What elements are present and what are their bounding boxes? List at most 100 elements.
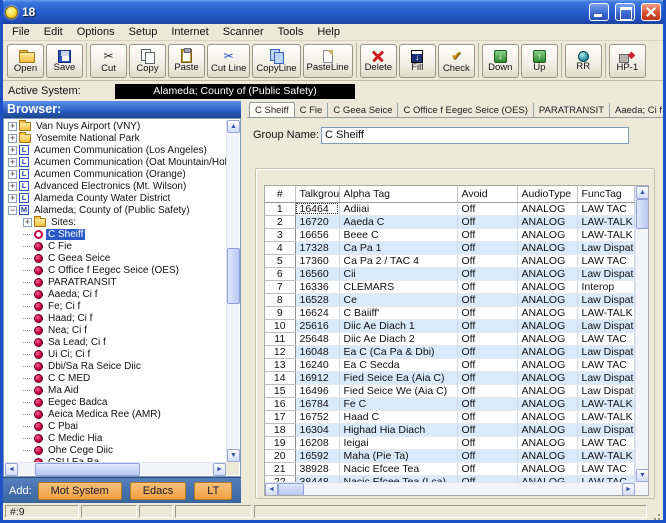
menu-tools[interactable]: Tools (272, 25, 310, 39)
cell[interactable]: Law Dispatch (577, 345, 635, 358)
cell[interactable]: Fied Seice We (Aia C) (339, 384, 457, 397)
tree-item-advanced-electronics-mt-wilson[interactable]: +LAdvanced Electronics (Mt. Wilson) (5, 180, 226, 192)
cell[interactable]: Off (457, 436, 517, 449)
cell[interactable]: Off (457, 293, 517, 306)
cell[interactable]: Off (457, 319, 517, 332)
cell[interactable]: 16624 (295, 306, 339, 319)
cell[interactable]: Law Dispatch (577, 267, 635, 280)
cell[interactable]: Off (457, 280, 517, 293)
cell[interactable]: ANALOG (517, 254, 577, 267)
cell[interactable]: ANALOG (517, 462, 577, 475)
save-button[interactable]: Save (46, 44, 83, 78)
table-row[interactable]: 1516496Fied Seice We (Aia C)OffANALOGLaw… (265, 384, 635, 397)
cut-button[interactable]: Cut (90, 44, 127, 78)
cut-line-button[interactable]: Cut Line (207, 44, 250, 78)
scroll-right-arrow[interactable]: ► (622, 483, 635, 496)
cell[interactable]: Law Dispatch (577, 423, 635, 436)
tree-item-ui-ci-ci-f[interactable]: Ui Ci; Ci f (5, 348, 226, 360)
tree-item-aeica-medica-ree-amr[interactable]: Aeica Medica Ree (AMR) (5, 408, 226, 420)
cell[interactable]: Off (457, 423, 517, 436)
tab-aaeda-ci-f[interactable]: Aaeda; Ci f (610, 103, 663, 117)
scroll-up-arrow[interactable]: ▲ (636, 186, 649, 199)
column-header-audiotype[interactable]: AudioType (517, 186, 577, 202)
cell[interactable]: Off (457, 462, 517, 475)
cell[interactable]: Cii (339, 267, 457, 280)
cell[interactable]: ANALOG (517, 280, 577, 293)
scroll-thumb[interactable] (227, 248, 240, 304)
row-number[interactable]: 5 (265, 254, 295, 267)
cell[interactable]: Fied Seice Ea (Aia C) (339, 371, 457, 384)
hp-1-button[interactable]: HP-1 (609, 44, 646, 78)
rr-button[interactable]: RR (565, 44, 602, 78)
cell[interactable]: 25616 (295, 319, 339, 332)
cell[interactable]: Adiiai (339, 202, 457, 215)
cell[interactable]: Law Dispatch (577, 241, 635, 254)
tree-item-ma-aid[interactable]: Ma Aid (5, 384, 226, 396)
tab-c-office-f-eegec-seice-oes[interactable]: C Office f Eegec Seice (OES) (398, 103, 533, 117)
cell[interactable]: 16592 (295, 449, 339, 462)
tree-item-alameda-county-of-public-safety[interactable]: −MAlameda; County of (Public Safety) (5, 204, 226, 216)
table-row[interactable]: 216720Aaeda COffANALOGLAW-TALK (265, 215, 635, 228)
scroll-thumb[interactable] (35, 463, 140, 476)
table-vertical-scrollbar[interactable]: ▲ ▼ (635, 186, 648, 482)
cell[interactable]: C Baiiff' (339, 306, 457, 319)
table-row[interactable]: 116464AdiiaiOffANALOGLAW TAC (265, 202, 635, 215)
menu-options[interactable]: Options (71, 25, 121, 39)
tree-item-yosemite-national-park[interactable]: +Yosemite National Park (5, 132, 226, 144)
cell[interactable]: Highad Hia Diach (339, 423, 457, 436)
fill-button[interactable]: Fill (399, 44, 436, 78)
tree-item-c-sheiff[interactable]: C Sheiff (5, 228, 226, 240)
table-row[interactable]: 1416912Fied Seice Ea (Aia C)OffANALOGLaw… (265, 371, 635, 384)
cell[interactable]: ANALOG (517, 345, 577, 358)
cell[interactable]: 16656 (295, 228, 339, 241)
row-number[interactable]: 22 (265, 475, 295, 482)
row-number[interactable]: 7 (265, 280, 295, 293)
row-number[interactable]: 17 (265, 410, 295, 423)
table-row[interactable]: 316656Beee COffANALOGLAW-TALK (265, 228, 635, 241)
menu-file[interactable]: File (6, 25, 36, 39)
expand-toggle[interactable]: − (8, 206, 17, 215)
cell[interactable]: 38928 (295, 462, 339, 475)
tab-c-fie[interactable]: C Fie (295, 103, 329, 117)
tree-vertical-scrollbar[interactable]: ▲ ▼ (226, 120, 239, 462)
cell[interactable]: ANALOG (517, 332, 577, 345)
row-number[interactable]: 21 (265, 462, 295, 475)
down-button[interactable]: Down (482, 44, 519, 78)
cell[interactable]: 16912 (295, 371, 339, 384)
table-horizontal-scrollbar[interactable]: ◄ ► (265, 482, 635, 495)
table-row[interactable]: 1916208IeigaiOffANALOGLAW TAC (265, 436, 635, 449)
cell[interactable]: Off (457, 475, 517, 482)
table-row[interactable]: 417328Ca Pa 1OffANALOGLaw Dispatch (265, 241, 635, 254)
cell[interactable]: LAW TAC (577, 436, 635, 449)
expand-toggle[interactable]: + (8, 158, 17, 167)
cell[interactable]: 38448 (295, 475, 339, 482)
cell[interactable]: Off (457, 397, 517, 410)
tree-item-haad-ci-f[interactable]: Haad; Ci f (5, 312, 226, 324)
cell[interactable]: 16720 (295, 215, 339, 228)
cell[interactable]: Off (457, 449, 517, 462)
row-number[interactable]: 8 (265, 293, 295, 306)
cell[interactable]: Ea C (Ca Pa & Dbi) (339, 345, 457, 358)
paste-button[interactable]: Paste (168, 44, 205, 78)
expand-toggle[interactable]: + (8, 146, 17, 155)
table-row[interactable]: 2016592Maha (Pie Ta)OffANALOGLAW-TALK (265, 449, 635, 462)
cell[interactable]: 16528 (295, 293, 339, 306)
cell[interactable]: Law Dispatch (577, 371, 635, 384)
row-number[interactable]: 15 (265, 384, 295, 397)
table-row[interactable]: 1316240Ea C SecdaOffANALOGLAW TAC (265, 358, 635, 371)
row-number[interactable]: 18 (265, 423, 295, 436)
tree-item-acumen-communication-los-angeles[interactable]: +LAcumen Communication (Los Angeles) (5, 144, 226, 156)
column-header-avoid[interactable]: Avoid (457, 186, 517, 202)
cell[interactable]: ANALOG (517, 384, 577, 397)
table-row[interactable]: 916624C Baiiff'OffANALOGLAW-TALK (265, 306, 635, 319)
cell[interactable]: Maha (Pie Ta) (339, 449, 457, 462)
cell[interactable]: ANALOG (517, 436, 577, 449)
row-number[interactable]: 16 (265, 397, 295, 410)
cell[interactable]: Off (457, 228, 517, 241)
cell[interactable]: Off (457, 267, 517, 280)
row-number[interactable]: 6 (265, 267, 295, 280)
cell[interactable]: ANALOG (517, 267, 577, 280)
tree-item-paratransit[interactable]: PARATRANSIT (5, 276, 226, 288)
cell[interactable]: LAW-TALK (577, 397, 635, 410)
minimize-button[interactable] (589, 3, 609, 21)
